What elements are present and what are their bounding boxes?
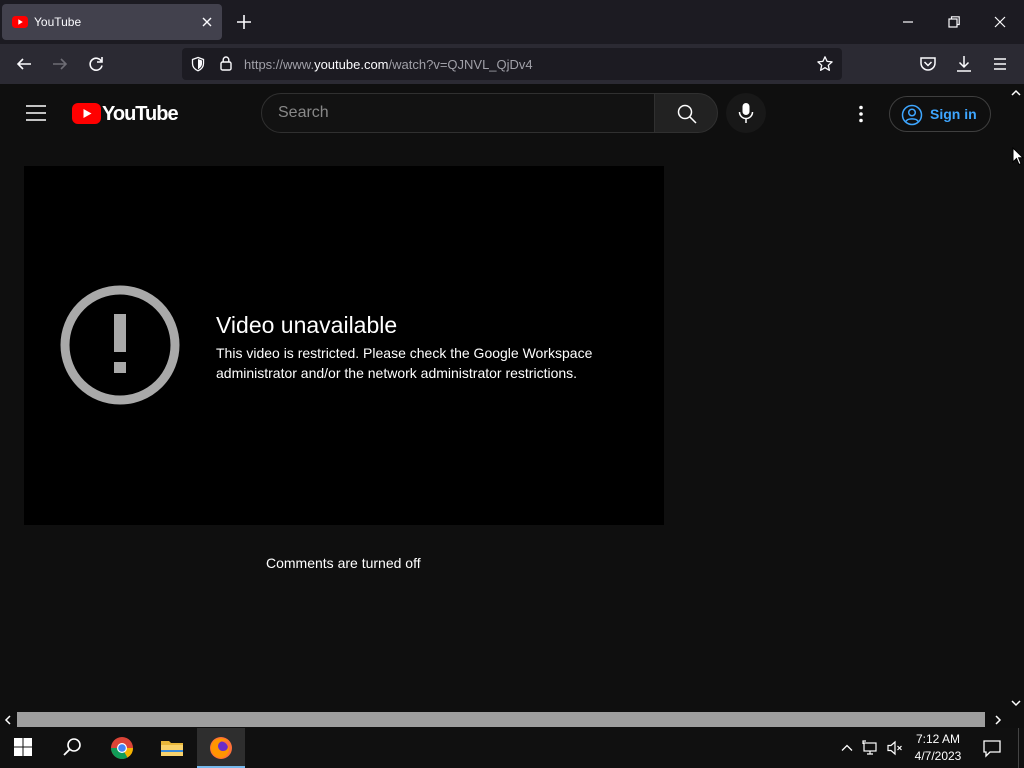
show-hidden-icons-chevron-icon[interactable]	[838, 739, 856, 757]
horizontal-scrollbar[interactable]	[0, 711, 1024, 728]
browser-tab-strip: YouTube	[0, 0, 1024, 44]
new-tab-icon[interactable]	[234, 12, 254, 32]
system-clock[interactable]: 7:12 AM 4/7/2023	[906, 731, 970, 765]
start-button[interactable]	[0, 728, 48, 768]
lock-icon[interactable]	[218, 55, 234, 71]
error-message: This video is restricted. Please check t…	[216, 345, 593, 381]
more-options-icon[interactable]	[850, 103, 872, 125]
url-prefix: https://www.	[244, 57, 315, 72]
browser-nav-bar: https://www.youtube.com/watch?v=QJNVL_Qj…	[0, 44, 1024, 84]
scroll-down-arrow-icon[interactable]	[1009, 696, 1023, 710]
scrollbar-thumb[interactable]	[17, 712, 985, 727]
error-title: Video unavailable	[216, 312, 398, 338]
search-button[interactable]	[654, 93, 718, 133]
comments-status: Comments are turned off	[266, 555, 421, 571]
youtube-wordmark: YouTube	[102, 103, 179, 125]
scroll-up-arrow-icon[interactable]	[1009, 86, 1023, 100]
search-box	[261, 93, 655, 133]
clock-date: 4/7/2023	[914, 749, 962, 763]
sign-in-button[interactable]: Sign in	[889, 96, 991, 132]
close-tab-icon[interactable]	[198, 13, 216, 31]
taskbar-search-button[interactable]	[48, 728, 96, 768]
bookmark-star-icon[interactable]	[816, 55, 834, 73]
alert-exclamation-icon	[60, 285, 180, 405]
account-icon	[901, 104, 923, 126]
network-icon[interactable]	[862, 739, 880, 757]
downloads-icon[interactable]	[953, 53, 975, 75]
video-player[interactable]: Video unavailable This video is restrict…	[24, 166, 664, 525]
url-path: /watch?v=QJNVL_QjDv4	[388, 57, 533, 72]
mouse-cursor-icon	[1012, 147, 1024, 166]
back-arrow-icon[interactable]	[13, 53, 35, 75]
pocket-icon[interactable]	[917, 53, 939, 75]
search-icon	[677, 104, 697, 124]
address-bar[interactable]: https://www.youtube.com/watch?v=QJNVL_Qj…	[182, 48, 842, 80]
taskbar-chrome[interactable]	[98, 728, 146, 768]
forward-arrow-icon[interactable]	[49, 53, 71, 75]
windows-logo-icon	[14, 738, 32, 756]
taskbar-firefox[interactable]	[197, 728, 245, 768]
minimize-icon[interactable]	[898, 12, 918, 32]
sign-in-label: Sign in	[930, 106, 977, 122]
chrome-icon	[111, 737, 133, 759]
url-text[interactable]: https://www.youtube.com/watch?v=QJNVL_Qj…	[244, 57, 533, 72]
youtube-masthead: YouTube Sign in	[0, 84, 1008, 142]
url-host: youtube.com	[314, 57, 389, 72]
reload-icon[interactable]	[85, 53, 107, 75]
tracking-protection-shield-icon[interactable]	[190, 56, 206, 72]
tab-youtube[interactable]: YouTube	[2, 4, 222, 40]
folder-icon	[161, 741, 183, 756]
search-icon	[63, 738, 81, 756]
youtube-play-logo-icon	[72, 103, 101, 124]
voice-search-button[interactable]	[726, 93, 766, 133]
restore-icon[interactable]	[944, 12, 964, 32]
tab-title: YouTube	[34, 15, 82, 29]
app-menu-icon[interactable]	[989, 53, 1011, 75]
scroll-left-arrow-icon[interactable]	[3, 714, 13, 726]
search-input[interactable]	[262, 94, 654, 132]
microphone-icon	[738, 103, 754, 123]
youtube-favicon-icon	[12, 16, 28, 28]
volume-muted-icon[interactable]	[886, 739, 904, 757]
firefox-icon	[210, 737, 232, 759]
show-desktop-button[interactable]	[1018, 728, 1024, 768]
scroll-right-arrow-icon[interactable]	[993, 714, 1003, 726]
close-window-icon[interactable]	[990, 12, 1010, 32]
action-center-icon[interactable]	[982, 738, 1002, 758]
windows-taskbar: 7:12 AM 4/7/2023	[0, 728, 1024, 768]
guide-menu-icon[interactable]	[26, 105, 46, 121]
taskbar-file-explorer[interactable]	[148, 728, 196, 768]
clock-time: 7:12 AM	[915, 732, 961, 746]
